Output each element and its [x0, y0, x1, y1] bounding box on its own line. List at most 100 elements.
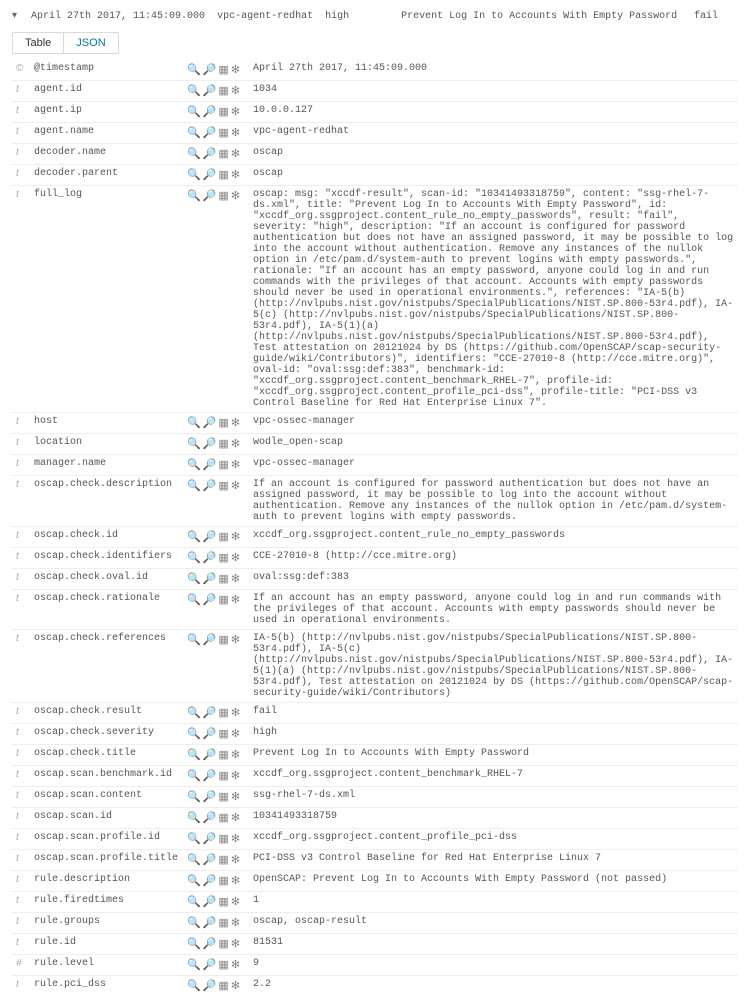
- toggle-column-icon[interactable]: ▦: [218, 769, 228, 782]
- filter-for-icon[interactable]: 🔍: [187, 706, 201, 719]
- filter-for-icon[interactable]: 🔍: [187, 147, 201, 160]
- toggle-column-icon[interactable]: ▦: [218, 593, 228, 606]
- filter-for-icon[interactable]: 🔍: [187, 63, 201, 76]
- filter-for-icon[interactable]: 🔍: [187, 593, 201, 606]
- field-exists-icon[interactable]: ✻: [231, 748, 240, 761]
- field-exists-icon[interactable]: ✻: [231, 437, 240, 450]
- filter-out-icon[interactable]: 🔎: [203, 458, 217, 471]
- filter-for-icon[interactable]: 🔍: [187, 769, 201, 782]
- field-exists-icon[interactable]: ✻: [231, 874, 240, 887]
- filter-out-icon[interactable]: 🔎: [203, 437, 217, 450]
- field-exists-icon[interactable]: ✻: [231, 937, 240, 950]
- filter-for-icon[interactable]: 🔍: [187, 790, 201, 803]
- toggle-column-icon[interactable]: ▦: [218, 853, 228, 866]
- field-exists-icon[interactable]: ✻: [231, 853, 240, 866]
- filter-out-icon[interactable]: 🔎: [203, 479, 217, 492]
- filter-out-icon[interactable]: 🔎: [203, 147, 217, 160]
- toggle-column-icon[interactable]: ▦: [218, 147, 228, 160]
- filter-for-icon[interactable]: 🔍: [187, 916, 201, 929]
- toggle-column-icon[interactable]: ▦: [218, 937, 228, 950]
- filter-out-icon[interactable]: 🔎: [203, 551, 217, 564]
- toggle-column-icon[interactable]: ▦: [218, 874, 228, 887]
- field-exists-icon[interactable]: ✻: [231, 727, 240, 740]
- toggle-column-icon[interactable]: ▦: [218, 168, 228, 181]
- filter-for-icon[interactable]: 🔍: [187, 437, 201, 450]
- filter-for-icon[interactable]: 🔍: [187, 458, 201, 471]
- filter-out-icon[interactable]: 🔎: [203, 790, 217, 803]
- field-exists-icon[interactable]: ✻: [231, 126, 240, 139]
- field-exists-icon[interactable]: ✻: [231, 551, 240, 564]
- field-exists-icon[interactable]: ✻: [231, 958, 240, 971]
- toggle-column-icon[interactable]: ▦: [218, 979, 228, 992]
- filter-out-icon[interactable]: 🔎: [203, 572, 217, 585]
- filter-for-icon[interactable]: 🔍: [187, 530, 201, 543]
- toggle-column-icon[interactable]: ▦: [218, 105, 228, 118]
- filter-for-icon[interactable]: 🔍: [187, 832, 201, 845]
- filter-for-icon[interactable]: 🔍: [187, 572, 201, 585]
- field-exists-icon[interactable]: ✻: [231, 105, 240, 118]
- filter-out-icon[interactable]: 🔎: [203, 633, 217, 646]
- filter-out-icon[interactable]: 🔎: [203, 593, 217, 606]
- field-exists-icon[interactable]: ✻: [231, 593, 240, 606]
- toggle-column-icon[interactable]: ▦: [218, 458, 228, 471]
- filter-out-icon[interactable]: 🔎: [203, 937, 217, 950]
- filter-out-icon[interactable]: 🔎: [203, 84, 217, 97]
- filter-out-icon[interactable]: 🔎: [203, 168, 217, 181]
- toggle-column-icon[interactable]: ▦: [218, 530, 228, 543]
- filter-out-icon[interactable]: 🔎: [203, 748, 217, 761]
- filter-for-icon[interactable]: 🔍: [187, 84, 201, 97]
- filter-for-icon[interactable]: 🔍: [187, 979, 201, 992]
- field-exists-icon[interactable]: ✻: [231, 790, 240, 803]
- filter-out-icon[interactable]: 🔎: [203, 958, 217, 971]
- toggle-column-icon[interactable]: ▦: [218, 706, 228, 719]
- filter-out-icon[interactable]: 🔎: [203, 895, 217, 908]
- filter-out-icon[interactable]: 🔎: [203, 63, 217, 76]
- expand-caret[interactable]: ▾: [12, 10, 17, 22]
- toggle-column-icon[interactable]: ▦: [218, 189, 228, 202]
- field-exists-icon[interactable]: ✻: [231, 147, 240, 160]
- filter-out-icon[interactable]: 🔎: [203, 727, 217, 740]
- toggle-column-icon[interactable]: ▦: [218, 811, 228, 824]
- field-exists-icon[interactable]: ✻: [231, 63, 240, 76]
- toggle-column-icon[interactable]: ▦: [218, 479, 228, 492]
- field-exists-icon[interactable]: ✻: [231, 979, 240, 992]
- filter-for-icon[interactable]: 🔍: [187, 958, 201, 971]
- field-exists-icon[interactable]: ✻: [231, 811, 240, 824]
- field-exists-icon[interactable]: ✻: [231, 633, 240, 646]
- toggle-column-icon[interactable]: ▦: [218, 748, 228, 761]
- field-exists-icon[interactable]: ✻: [231, 832, 240, 845]
- filter-for-icon[interactable]: 🔍: [187, 479, 201, 492]
- filter-out-icon[interactable]: 🔎: [203, 853, 217, 866]
- filter-for-icon[interactable]: 🔍: [187, 874, 201, 887]
- filter-for-icon[interactable]: 🔍: [187, 551, 201, 564]
- filter-for-icon[interactable]: 🔍: [187, 168, 201, 181]
- toggle-column-icon[interactable]: ▦: [218, 916, 228, 929]
- filter-for-icon[interactable]: 🔍: [187, 189, 201, 202]
- field-exists-icon[interactable]: ✻: [231, 769, 240, 782]
- toggle-column-icon[interactable]: ▦: [218, 958, 228, 971]
- filter-out-icon[interactable]: 🔎: [203, 811, 217, 824]
- toggle-column-icon[interactable]: ▦: [218, 63, 228, 76]
- filter-out-icon[interactable]: 🔎: [203, 530, 217, 543]
- filter-for-icon[interactable]: 🔍: [187, 416, 201, 429]
- field-exists-icon[interactable]: ✻: [231, 706, 240, 719]
- field-exists-icon[interactable]: ✻: [231, 572, 240, 585]
- filter-out-icon[interactable]: 🔎: [203, 189, 217, 202]
- filter-out-icon[interactable]: 🔎: [203, 832, 217, 845]
- field-exists-icon[interactable]: ✻: [231, 458, 240, 471]
- field-exists-icon[interactable]: ✻: [231, 189, 240, 202]
- filter-out-icon[interactable]: 🔎: [203, 126, 217, 139]
- filter-out-icon[interactable]: 🔎: [203, 874, 217, 887]
- filter-for-icon[interactable]: 🔍: [187, 895, 201, 908]
- toggle-column-icon[interactable]: ▦: [218, 416, 228, 429]
- filter-for-icon[interactable]: 🔍: [187, 126, 201, 139]
- field-exists-icon[interactable]: ✻: [231, 916, 240, 929]
- toggle-column-icon[interactable]: ▦: [218, 84, 228, 97]
- field-exists-icon[interactable]: ✻: [231, 530, 240, 543]
- field-exists-icon[interactable]: ✻: [231, 416, 240, 429]
- toggle-column-icon[interactable]: ▦: [218, 126, 228, 139]
- filter-for-icon[interactable]: 🔍: [187, 748, 201, 761]
- filter-for-icon[interactable]: 🔍: [187, 727, 201, 740]
- toggle-column-icon[interactable]: ▦: [218, 633, 228, 646]
- toggle-column-icon[interactable]: ▦: [218, 832, 228, 845]
